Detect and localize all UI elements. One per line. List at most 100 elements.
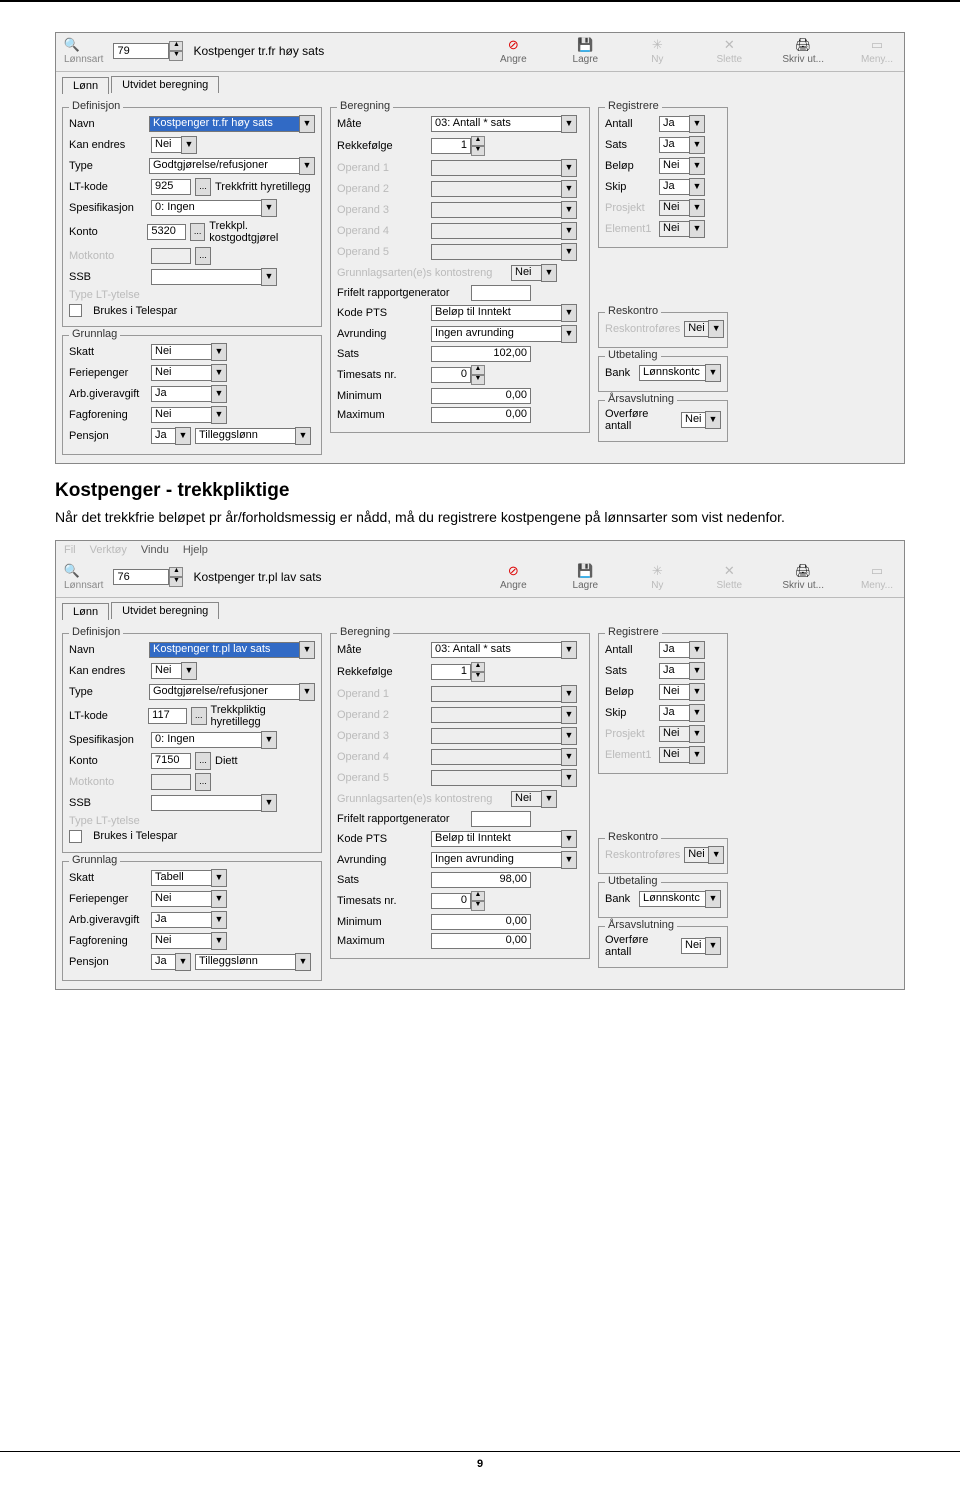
dropdown-icon[interactable]: ▼	[181, 136, 197, 154]
skrivut-button[interactable]: 🖨Skriv ut...	[782, 563, 824, 591]
antall-select[interactable]: Ja	[659, 116, 689, 132]
arb-select[interactable]: Ja	[151, 386, 211, 402]
spin-down-icon[interactable]: ▼	[169, 577, 183, 587]
fag-select[interactable]: Nei	[151, 933, 211, 949]
ellipsis-button[interactable]: ...	[191, 707, 207, 725]
spes-select[interactable]: 0: Ingen	[151, 732, 261, 748]
rekke-spinner[interactable]: 1▲▼	[431, 136, 485, 156]
dropdown-icon[interactable]: ▼	[211, 364, 227, 382]
skip-select[interactable]: Ja	[659, 705, 689, 721]
dropdown-icon[interactable]: ▼	[299, 641, 315, 659]
rekke-spinner[interactable]: 1▲▼	[431, 662, 485, 682]
dropdown-icon[interactable]: ▼	[211, 932, 227, 950]
kodepts-select[interactable]: Beløp til Inntekt	[431, 831, 561, 847]
dropdown-icon[interactable]: ▼	[181, 662, 197, 680]
angre-button[interactable]: ⊘Angre	[494, 563, 532, 591]
skip-select[interactable]: Ja	[659, 179, 689, 195]
sats-input[interactable]: 102,00	[431, 346, 531, 362]
telespar-checkbox[interactable]	[69, 830, 82, 843]
lonnsart-input[interactable]	[113, 569, 169, 585]
spin-up-icon[interactable]: ▲	[169, 41, 183, 51]
telespar-checkbox[interactable]	[69, 304, 82, 317]
lagre-button[interactable]: 💾Lagre	[566, 563, 604, 591]
dropdown-icon[interactable]: ▼	[705, 937, 721, 955]
overfore-select[interactable]: Nei	[681, 412, 705, 428]
type-select[interactable]: Godtgjørelse/refusjoner	[149, 684, 299, 700]
navn-input[interactable]: Kostpenger tr.fr høy sats	[149, 116, 299, 132]
sats-select[interactable]: Ja	[659, 137, 689, 153]
pensjon-select[interactable]: Ja	[151, 428, 175, 444]
kanendres-select[interactable]: Nei	[151, 137, 181, 153]
avrunding-select[interactable]: Ingen avrunding	[431, 852, 561, 868]
dropdown-icon[interactable]: ▼	[175, 427, 191, 445]
dropdown-icon[interactable]: ▼	[175, 953, 191, 971]
spes-select[interactable]: 0: Ingen	[151, 200, 261, 216]
overfore-select[interactable]: Nei	[681, 938, 705, 954]
kanendres-select[interactable]: Nei	[151, 663, 181, 679]
sats-input[interactable]: 98,00	[431, 872, 531, 888]
timesats-spinner[interactable]: 0▲▼	[431, 891, 485, 911]
mate-select[interactable]: 03: Antall * sats	[431, 642, 561, 658]
dropdown-icon[interactable]: ▼	[299, 683, 315, 701]
navn-input[interactable]: Kostpenger tr.pl lav sats	[149, 642, 299, 658]
dropdown-icon[interactable]: ▼	[561, 304, 577, 322]
dropdown-icon[interactable]: ▼	[689, 683, 705, 701]
spin-up-icon[interactable]: ▲	[169, 567, 183, 577]
konto-input[interactable]: 5320	[147, 224, 186, 240]
dropdown-icon[interactable]: ▼	[299, 115, 315, 133]
kodepts-select[interactable]: Beløp til Inntekt	[431, 305, 561, 321]
tab-lonn[interactable]: Lønn	[62, 603, 109, 620]
spin-down-icon[interactable]: ▼	[169, 51, 183, 61]
dropdown-icon[interactable]: ▼	[561, 830, 577, 848]
lonnsart-spinner[interactable]: ▲▼	[113, 41, 183, 61]
pensjon-select[interactable]: Ja	[151, 954, 175, 970]
dropdown-icon[interactable]: ▼	[689, 115, 705, 133]
min-input[interactable]: 0,00	[431, 914, 531, 930]
pensjon2-select[interactable]: Tilleggslønn	[195, 428, 295, 444]
dropdown-icon[interactable]: ▼	[295, 953, 311, 971]
fag-select[interactable]: Nei	[151, 407, 211, 423]
ssb-select[interactable]	[151, 795, 261, 811]
dropdown-icon[interactable]: ▼	[689, 662, 705, 680]
bank-select[interactable]: Lønnskontc	[639, 891, 705, 907]
mate-select[interactable]: 03: Antall * sats	[431, 116, 561, 132]
dropdown-icon[interactable]: ▼	[261, 731, 277, 749]
lt-input[interactable]: 925	[151, 179, 191, 195]
max-input[interactable]: 0,00	[431, 933, 531, 949]
lonnsart-spinner[interactable]: ▲▼	[113, 567, 183, 587]
ferie-select[interactable]: Nei	[151, 365, 211, 381]
pensjon2-select[interactable]: Tilleggslønn	[195, 954, 295, 970]
dropdown-icon[interactable]: ▼	[561, 851, 577, 869]
min-input[interactable]: 0,00	[431, 388, 531, 404]
ssb-select[interactable]	[151, 269, 261, 285]
dropdown-icon[interactable]: ▼	[689, 641, 705, 659]
belop-select[interactable]: Nei	[659, 158, 689, 174]
dropdown-icon[interactable]: ▼	[261, 794, 277, 812]
ellipsis-button[interactable]: ...	[195, 178, 211, 196]
bank-select[interactable]: Lønnskontc	[639, 365, 705, 381]
dropdown-icon[interactable]: ▼	[561, 641, 577, 659]
dropdown-icon[interactable]: ▼	[211, 406, 227, 424]
ferie-select[interactable]: Nei	[151, 891, 211, 907]
angre-button[interactable]: ⊘Angre	[494, 37, 532, 65]
frifelt-input[interactable]	[471, 285, 531, 301]
dropdown-icon[interactable]: ▼	[705, 890, 721, 908]
tab-lonn[interactable]: Lønn	[62, 77, 109, 94]
frifelt-input[interactable]	[471, 811, 531, 827]
dropdown-icon[interactable]: ▼	[299, 157, 315, 175]
arb-select[interactable]: Ja	[151, 912, 211, 928]
avrunding-select[interactable]: Ingen avrunding	[431, 326, 561, 342]
konto-input[interactable]: 7150	[151, 753, 191, 769]
dropdown-icon[interactable]: ▼	[261, 268, 277, 286]
skatt-select[interactable]: Tabell	[151, 870, 211, 886]
dropdown-icon[interactable]: ▼	[689, 178, 705, 196]
timesats-spinner[interactable]: 0▲▼	[431, 365, 485, 385]
dropdown-icon[interactable]: ▼	[705, 411, 721, 429]
max-input[interactable]: 0,00	[431, 407, 531, 423]
dropdown-icon[interactable]: ▼	[211, 343, 227, 361]
lonnsart-input[interactable]	[113, 43, 169, 59]
dropdown-icon[interactable]: ▼	[211, 911, 227, 929]
lt-input[interactable]: 117	[148, 708, 187, 724]
menu-hjelp[interactable]: Hjelp	[183, 544, 208, 556]
sats-select[interactable]: Ja	[659, 663, 689, 679]
